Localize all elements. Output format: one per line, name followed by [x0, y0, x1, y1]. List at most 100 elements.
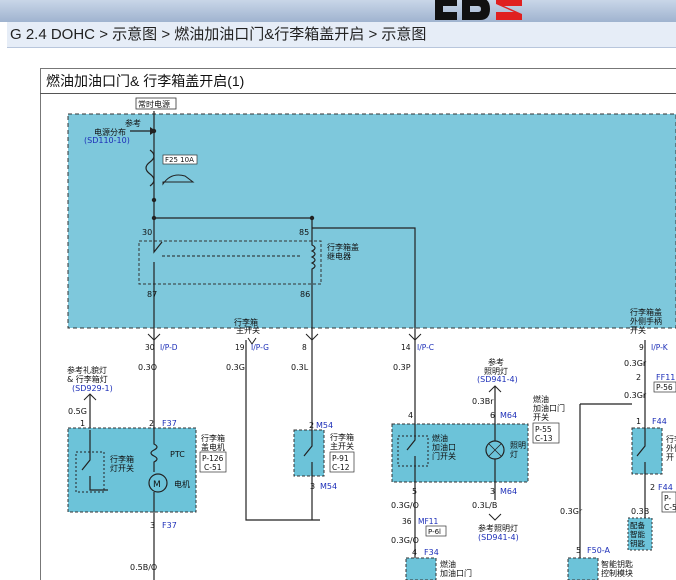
conn-pin-9: 9 [639, 343, 644, 352]
wire-0.5BO: 0.5B/O [130, 563, 157, 572]
pin-6: 6 [490, 411, 495, 420]
trunk-right-2: 外侧 [666, 443, 676, 453]
conn-f44[interactable]: F44 [652, 417, 667, 426]
wiring-diagram: 常时电源 参考 电源分布 (SD110-10) F25 10A 30 85 行李… [67, 97, 676, 580]
fuse-label: F25 10A [165, 156, 194, 164]
relay-pin-86: 86 [300, 290, 310, 299]
illum-lamp: 照明 [510, 441, 526, 450]
pin-3m: 3 [310, 482, 315, 491]
fuel-opener-2: 加油口门 [440, 568, 472, 578]
conn-m64[interactable]: M64 [500, 411, 517, 420]
conn-m54[interactable]: M54 [316, 421, 333, 430]
pin-5s: 5 [576, 546, 581, 555]
conn-m54b[interactable]: M54 [320, 482, 337, 491]
conn-f44b[interactable]: F44 [658, 483, 673, 492]
c12: C-12 [332, 463, 350, 472]
wire-0.3O: 0.3O [138, 363, 157, 372]
fuel-inner-3: 门开关 [432, 451, 456, 461]
smart-key-note-2: 智能 [630, 529, 645, 539]
fuel-door-label-2: 加油口门 [533, 403, 565, 413]
courtesy-ref-2: & 行李箱灯 [67, 374, 108, 384]
pin-3: 3 [150, 521, 155, 530]
wire-0.3P: 0.3P [393, 363, 411, 372]
pin-2r-b: 2 [650, 483, 655, 492]
junction-box [67, 113, 676, 329]
ptc-label: PTC [170, 450, 185, 459]
trunk-opener-3: 开关 [630, 325, 646, 335]
p55: P-55 [535, 425, 552, 434]
main-sw-label: 行李箱 [330, 432, 354, 442]
c-right: C-5 [664, 503, 676, 512]
trunk-outer-switch [631, 427, 663, 475]
conn-ip-g[interactable]: I/P-G [251, 343, 269, 352]
wire-0.3Gr-b: 0.3Gr [624, 391, 647, 400]
wire-0.3L: 0.3L [291, 363, 309, 372]
c13: C-13 [535, 434, 553, 443]
conn-pin-19: 19 [235, 343, 245, 352]
pin-36: 36 [402, 517, 412, 526]
trunk-motor-label-2: 盖电机 [201, 442, 225, 452]
trunk-lamp-sw-2: 灯开关 [110, 463, 134, 473]
wire-0.3LB: 0.3L/B [472, 501, 497, 510]
trunk-lamp-sw: 行李箱 [110, 454, 134, 464]
pin-1: 1 [80, 419, 85, 428]
fuel-door-label: 燃油 [533, 394, 549, 404]
wire-0.3GO2: 0.3G/O [391, 536, 419, 545]
smart-key-note-3: 钥匙 [630, 538, 645, 548]
smart-key-label: 智能钥匙 [601, 559, 633, 569]
pin-1r: 1 [636, 417, 641, 426]
conn-f37b[interactable]: F37 [162, 521, 177, 530]
trunk-right: 行李 [666, 434, 676, 444]
conn-f37[interactable]: F37 [162, 419, 177, 428]
conn-pin-14: 14 [401, 343, 411, 352]
p-right: P- [664, 494, 671, 503]
p56: P-56 [656, 383, 673, 392]
relay-label-2: 继电器 [327, 251, 351, 261]
main-sw-label-2: 主开关 [330, 441, 354, 451]
pin-5: 5 [412, 487, 417, 496]
fuel-inner: 燃油 [432, 433, 448, 443]
pin-3b: 3 [490, 487, 495, 496]
conn-pin-30: 30 [145, 343, 155, 352]
motor-m: M [153, 480, 161, 490]
trunk-opener: 行李箱盖 [630, 307, 662, 317]
illum-ref: 参考 [488, 357, 504, 367]
illum-ref-sd[interactable]: (SD941-4) [477, 375, 518, 384]
wire-0.3Br: 0.3Br [472, 397, 494, 406]
wire-0.3G: 0.3G [226, 363, 245, 372]
always-hot-label: 常时电源 [138, 99, 170, 109]
fuel-opener: 燃油 [440, 559, 456, 569]
conn-mf11[interactable]: MF11 [418, 517, 439, 526]
pin-4f: 4 [412, 548, 417, 557]
fuel-door-label-3: 开关 [533, 412, 549, 422]
conn-ip-d[interactable]: I/P-D [160, 343, 178, 352]
conn-ff11[interactable]: FF11 [656, 373, 675, 382]
illum-lamp-2: 灯 [510, 449, 518, 459]
fuel-door-switch-box [391, 423, 529, 483]
relay-pin-30: 30 [142, 228, 152, 237]
smart-key-module [567, 557, 599, 580]
main-switch-box [293, 429, 325, 477]
wire-0.5G: 0.5G [68, 407, 87, 416]
relay-label: 行李箱盖 [327, 242, 359, 252]
courtesy-ref-sd[interactable]: (SD929-1) [72, 384, 113, 393]
relay-pin-85: 85 [299, 228, 309, 237]
trunk-motor-label: 行李箱 [201, 433, 225, 443]
conn-ip-k[interactable]: I/P-K [651, 343, 669, 352]
motor-label: 电机 [174, 479, 190, 489]
conn-ip-c[interactable]: I/P-C [417, 343, 434, 352]
courtesy-ref: 参考礼貌灯 [67, 365, 107, 375]
ref-label: 参考 [125, 118, 141, 128]
smart-key-note: 配备 [630, 520, 645, 530]
power-dist-ref[interactable]: (SD110-10) [84, 136, 130, 145]
conn-f34[interactable]: F34 [424, 548, 439, 557]
c51: C-51 [204, 463, 222, 472]
illum2-ref: 参考照明灯 [478, 523, 518, 533]
conn-f50a[interactable]: F50-A [587, 546, 610, 555]
pin-4: 4 [408, 411, 413, 420]
conn-m64b[interactable]: M64 [500, 487, 517, 496]
wire-0.3Gr2: 0.3Gr [560, 507, 583, 516]
smart-key-label-2: 控制模块 [601, 568, 633, 578]
illum2-ref-sd[interactable]: (SD941-4) [478, 533, 519, 542]
pin-2r: 2 [636, 373, 641, 382]
